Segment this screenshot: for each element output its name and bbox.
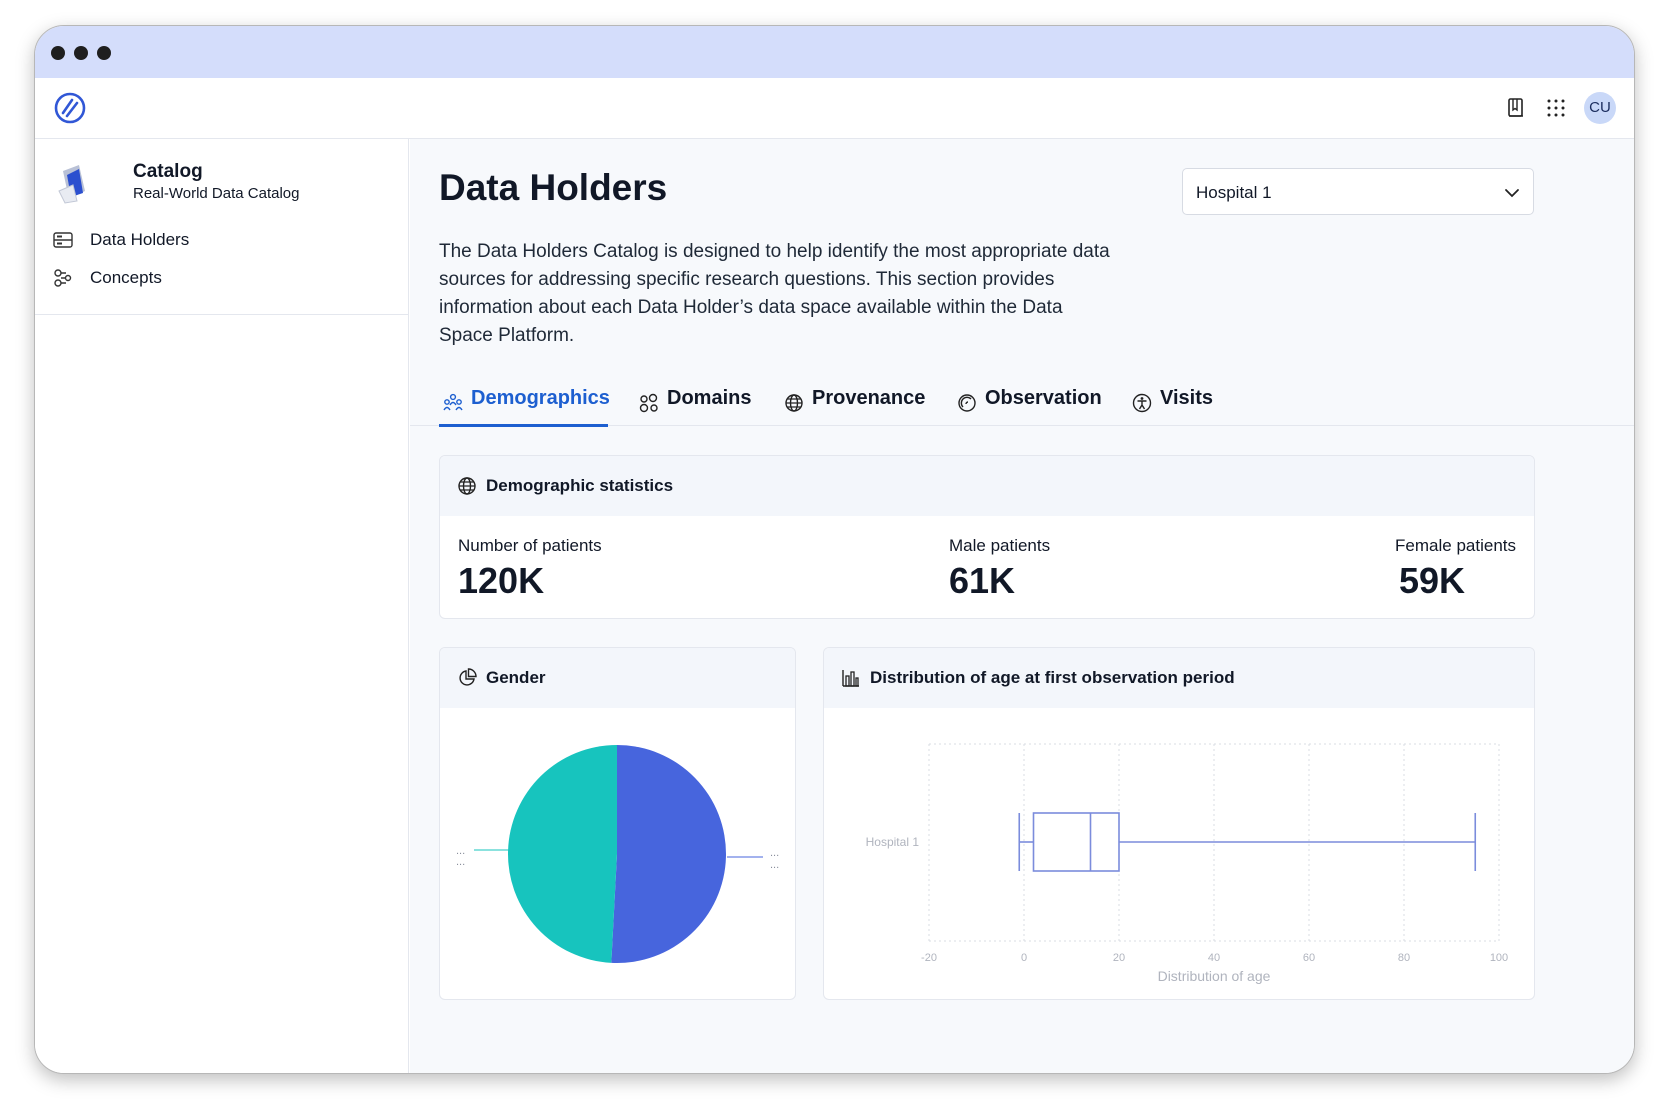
stat-label-total: Number of patients [458,536,602,555]
x-tick-label: 20 [1113,952,1125,964]
people-icon [443,393,463,411]
app-header: CU [35,78,1634,139]
stat-label-female: Female patients [1395,536,1516,555]
tab-label: Demographics [471,387,610,409]
tab-visits[interactable]: Visits [1128,379,1238,425]
card-header: Gender [440,648,795,708]
window-minimize-dot[interactable] [74,46,88,60]
male-slice-label: ... [770,847,779,859]
app-logo-icon[interactable] [53,91,87,125]
sidebar-subtitle: Real-World Data Catalog [133,185,300,202]
book-icon[interactable] [1504,96,1528,120]
database-icon [53,232,73,248]
globe-icon [458,477,476,495]
gender-pie-chart: ... ... ... ... [456,745,779,963]
data-holder-select-value: Hospital 1 [1196,183,1272,202]
concepts-icon [54,269,72,287]
stat-value-total: 120K [458,560,545,601]
data-holder-select[interactable]: Hospital 1 [1182,168,1534,215]
tab-label: Provenance [812,387,926,409]
domains-icon [639,393,658,413]
x-tick-label: 100 [1490,952,1508,964]
x-tick-label: 0 [1021,952,1027,964]
card-header: Distribution of age at first observation… [824,648,1534,708]
app-window: CU Catalog Real-World Data Catalog Data … [34,25,1635,1074]
user-avatar[interactable]: CU [1584,92,1616,124]
sidebar-item-label: Concepts [90,268,162,287]
pie-slice-1[interactable] [508,745,617,963]
card-title: Demographic statistics [486,476,674,495]
window-titlebar [35,26,1634,78]
gender-card: Gender ... ... ... ... [439,647,796,1000]
tab-domains[interactable]: Domains [635,379,760,425]
bar-chart-icon [842,670,859,687]
female-slice-label-line2: ... [456,856,465,868]
sidebar-item-data-holders[interactable]: Data Holders [35,222,409,258]
x-tick-label: 60 [1303,952,1315,964]
accessibility-icon [1132,393,1152,413]
stat-label-male: Male patients [949,536,1051,555]
tab-label: Visits [1160,387,1213,409]
card-title: Distribution of age at first observation… [870,668,1235,687]
tab-provenance[interactable]: Provenance [780,379,930,425]
sidebar-divider [35,314,409,315]
observation-icon [958,394,976,412]
tab-demographics[interactable]: Demographics [439,379,610,427]
x-tick-label: 40 [1208,952,1220,964]
age-distribution-card: Distribution of age at first observation… [823,647,1535,1000]
pie-slice-0[interactable] [611,745,727,963]
stat-value-male: 61K [949,560,1016,601]
sidebar-item-concepts[interactable]: Concepts [35,260,409,296]
tab-label: Observation [985,387,1102,409]
category-label: Hospital 1 [866,835,920,849]
page-title: Data Holders [439,167,668,208]
window-close-dot[interactable] [51,46,65,60]
sidebar: Catalog Real-World Data Catalog Data Hol… [35,139,409,1073]
page-description: The Data Holders Catalog is designed to … [439,241,1110,346]
demographic-stats-card: Demographic statistics Number of patient… [439,455,1535,619]
window-maximize-dot[interactable] [97,46,111,60]
age-boxplot-chart: -20 0 20 40 60 80 100 Hospital 1 Distribution … [866,743,1508,984]
sidebar-title: Catalog [133,161,203,182]
x-tick-label: -20 [921,952,937,964]
tab-bar: Demographics Domains Provenance Observat… [410,379,1634,427]
card-header: Demographic statistics [440,456,1534,516]
main-content: Data Holders Hospital 1 The Data Holders… [410,139,1634,1073]
x-axis-label: Distribution of age [1158,968,1271,984]
globe-icon [785,394,803,412]
sidebar-item-label: Data Holders [90,230,190,249]
chevron-down-icon [1505,189,1519,198]
stat-value-female: 59K [1399,560,1466,601]
tab-observation[interactable]: Observation [953,379,1103,425]
x-tick-label: 80 [1398,952,1410,964]
box-iqr [1032,812,1120,872]
male-slice-label-line2: ... [770,859,779,871]
apps-grid-icon[interactable] [1544,96,1568,120]
card-title: Gender [486,668,546,687]
tab-label: Domains [667,387,752,409]
pie-chart-icon [459,668,477,686]
catalog-logo-icon [58,165,85,204]
sidebar-header: Catalog Real-World Data Catalog [55,159,389,209]
